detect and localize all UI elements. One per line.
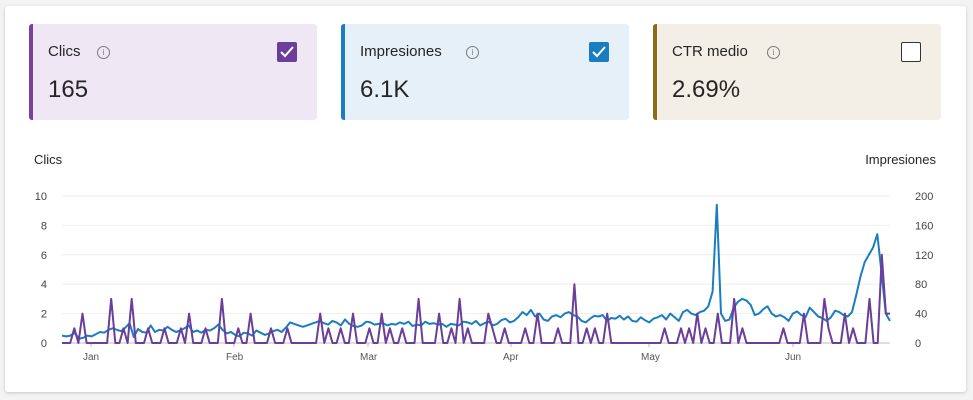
left-tick-label: 8 [41,220,47,232]
right-tick-label: 80 [915,279,927,291]
right-tick-label: 0 [915,338,921,350]
month-label: Jun [785,352,801,363]
right-tick-label: 160 [915,220,933,232]
left-axis-title: Clics [34,152,63,167]
left-tick-label: 6 [41,250,47,262]
month-label: May [641,352,660,363]
series-line-clics [62,253,890,344]
left-tick-label: 2 [41,309,47,321]
left-tick-label: 10 [35,191,47,203]
right-tick-label: 200 [915,191,933,203]
right-tick-label: 40 [915,309,927,321]
left-tick-label: 4 [41,279,47,291]
left-tick-label: 0 [41,338,47,350]
month-label: Mar [360,352,378,363]
right-tick-label: 120 [915,250,933,262]
month-label: Feb [226,352,244,363]
right-axis-title: Impresiones [865,152,936,167]
performance-chart: Clics Impresiones 0 0 2 40 4 80 6 120 8 160 10 200 Jan… [34,152,936,363]
month-label: Jan [83,352,99,363]
series-line-impresiones [61,203,891,340]
month-label: Apr [503,352,519,363]
